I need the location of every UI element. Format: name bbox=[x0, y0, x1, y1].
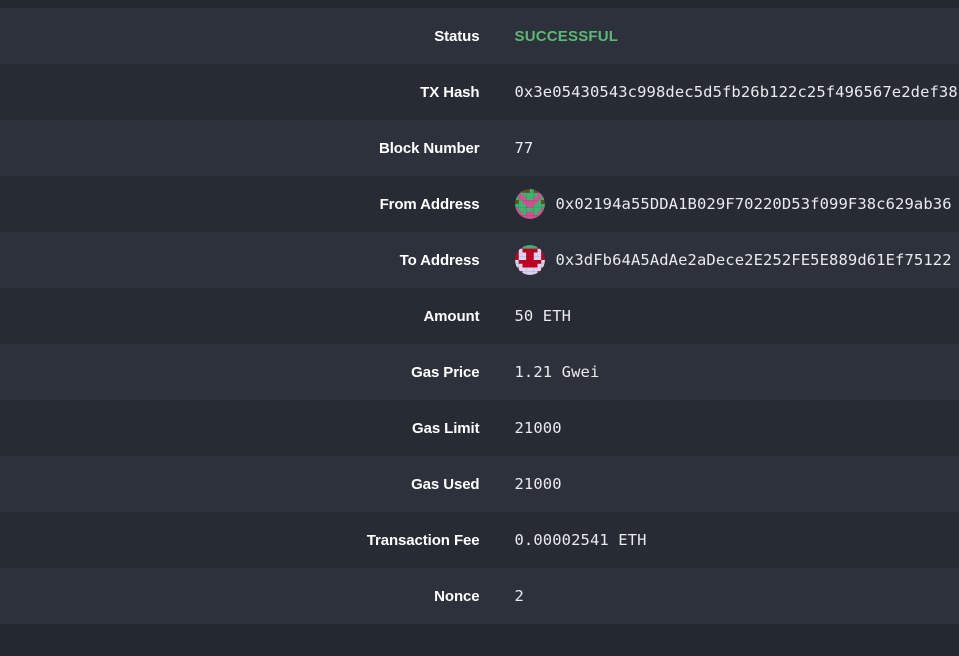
table-row: Amount 50 ETH bbox=[0, 288, 959, 344]
row-label-transaction-fee: Transaction Fee bbox=[366, 531, 480, 549]
row-label-block-number: Block Number bbox=[379, 139, 480, 157]
row-value-tx-hash: 0x3e05430543c998dec5d5fb26b122c25f496567… bbox=[514, 83, 959, 101]
row-label-amount: Amount bbox=[423, 307, 480, 325]
table-row: Transaction Fee 0.00002541 ETH bbox=[0, 512, 959, 568]
table-row: TX Hash 0x3e05430543c998dec5d5fb26b122c25… bbox=[0, 64, 959, 120]
row-value-from-address[interactable]: 0x02194a55DDA1B029F70220D53f099F38c629ab… bbox=[480, 176, 959, 232]
row-value-gas-used: 21000 bbox=[514, 475, 562, 493]
row-value-gas-limit: 21000 bbox=[514, 419, 562, 437]
table-row: From Address 0x02194a55DDA1B029F70220D53f… bbox=[0, 176, 959, 232]
row-value-status: SUCCESSFUL bbox=[514, 27, 619, 45]
table-top-spacer-cell bbox=[0, 0, 959, 8]
table-row: Nonce 2 bbox=[0, 568, 959, 624]
row-value-block-number: 77 bbox=[514, 139, 534, 157]
table-row: Gas Limit 21000 bbox=[0, 400, 959, 456]
row-value-transaction-fee: 0.00002541 ETH bbox=[514, 531, 647, 549]
transaction-details-table: Status SUCCESSFUL TX Hash 0x3e05430543c998d… bbox=[0, 0, 959, 624]
row-label-gas-limit: Gas Limit bbox=[412, 419, 480, 437]
row-label-nonce: Nonce bbox=[434, 587, 480, 605]
from-address-blockie bbox=[514, 189, 545, 219]
row-label-tx-hash: TX Hash bbox=[420, 83, 480, 101]
address-with-avatar: 0x02194a55DDA1B029F70220D53f099F38c629ab… bbox=[514, 189, 959, 219]
table-top-spacer bbox=[0, 0, 959, 8]
row-value-to-address[interactable]: 0x3dFb64A5AdAe2aDece2E252FE5E889d61Ef751… bbox=[480, 232, 959, 288]
row-label-status: Status bbox=[434, 27, 480, 45]
table-row: Gas Used 21000 bbox=[0, 456, 959, 512]
row-value-gas-price: 1.21 Gwei bbox=[514, 363, 600, 381]
address-with-avatar: 0x3dFb64A5AdAe2aDece2E252FE5E889d61Ef751… bbox=[514, 245, 959, 275]
row-label-gas-price: Gas Price bbox=[411, 363, 480, 381]
address-text: 0x3dFb64A5AdAe2aDece2E252FE5E889d61Ef751… bbox=[555, 251, 952, 269]
to-address-blockie bbox=[514, 245, 545, 275]
row-label-gas-used: Gas Used bbox=[411, 475, 480, 493]
address-text: 0x02194a55DDA1B029F70220D53f099F38c629ab… bbox=[555, 195, 952, 213]
table-row: To Address 0x3dFb64A5AdAe2aDece2E252FE5E8… bbox=[0, 232, 959, 288]
table-row: Block Number 77 bbox=[0, 120, 959, 176]
row-value-amount: 50 ETH bbox=[514, 307, 572, 325]
table-row: Gas Price 1.21 Gwei bbox=[0, 344, 959, 400]
row-value-nonce: 2 bbox=[514, 587, 524, 605]
table-row: Status SUCCESSFUL bbox=[0, 8, 959, 64]
row-label-from-address: From Address bbox=[379, 195, 480, 213]
transaction-details-body: Status SUCCESSFUL TX Hash 0x3e05430543c998d… bbox=[0, 0, 959, 624]
row-label-to-address: To Address bbox=[399, 251, 480, 269]
